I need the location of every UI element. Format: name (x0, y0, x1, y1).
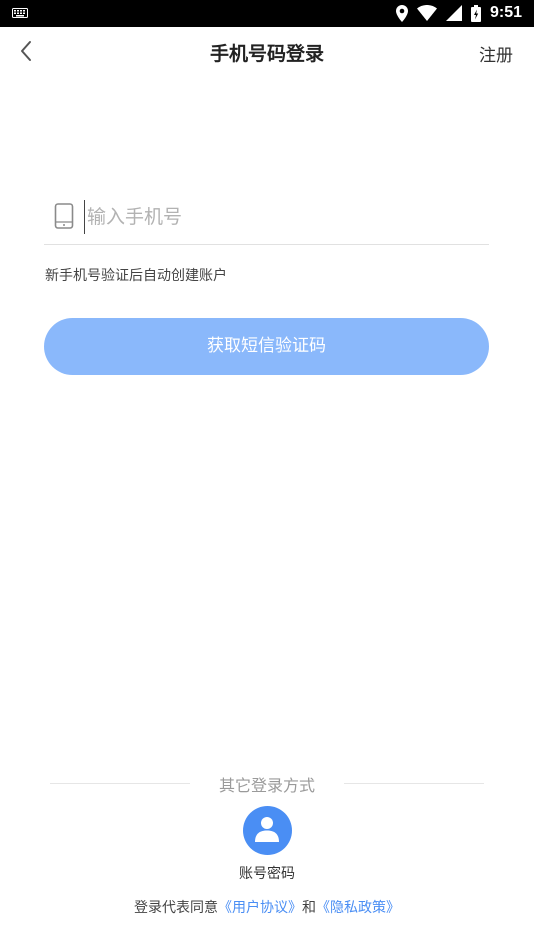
agreement-prefix: 登录代表同意 (134, 900, 218, 916)
keyboard-icon (12, 8, 28, 18)
battery-icon (470, 4, 481, 22)
phone-input-row (44, 192, 489, 245)
account-login-button[interactable] (242, 806, 292, 855)
wifi-icon (416, 5, 437, 21)
user-agreement-link[interactable]: 《用户协议》 (218, 900, 302, 916)
account-login-label: 账号密码 (239, 866, 295, 882)
status-time: 9:51 (489, 4, 522, 21)
agreement-text: 登录代表同意《用户协议》和《隐私政策》 (0, 897, 534, 917)
status-bar: 9:51 (0, 0, 534, 27)
other-login-divider: 其它登录方式 (50, 772, 484, 795)
page-title: 手机号码登录 (209, 43, 324, 65)
register-link[interactable]: 注册 (479, 41, 513, 66)
user-icon (255, 816, 279, 846)
get-sms-code-button[interactable]: 获取短信验证码 (44, 318, 489, 375)
nav-header: 手机号码登录 注册 (0, 27, 534, 77)
status-icons: 9:51 (395, 4, 522, 22)
agreement-conjunction: 和 (302, 900, 316, 916)
account-password-login[interactable]: 账号密码 (217, 806, 317, 883)
other-login-title: 其它登录方式 (218, 776, 315, 795)
phone-icon (54, 203, 74, 233)
login-screen: 9:51 手机号码登录 注册 新手机号验证后自动创建账户 获取短信验证码 (0, 0, 534, 950)
new-account-hint: 新手机号验证后自动创建账户 (45, 268, 227, 284)
phone-input[interactable] (84, 200, 474, 234)
privacy-policy-link[interactable]: 《隐私政策》 (316, 900, 400, 916)
divider-line-right (344, 783, 484, 784)
signal-icon (445, 5, 462, 21)
location-icon (395, 4, 408, 22)
